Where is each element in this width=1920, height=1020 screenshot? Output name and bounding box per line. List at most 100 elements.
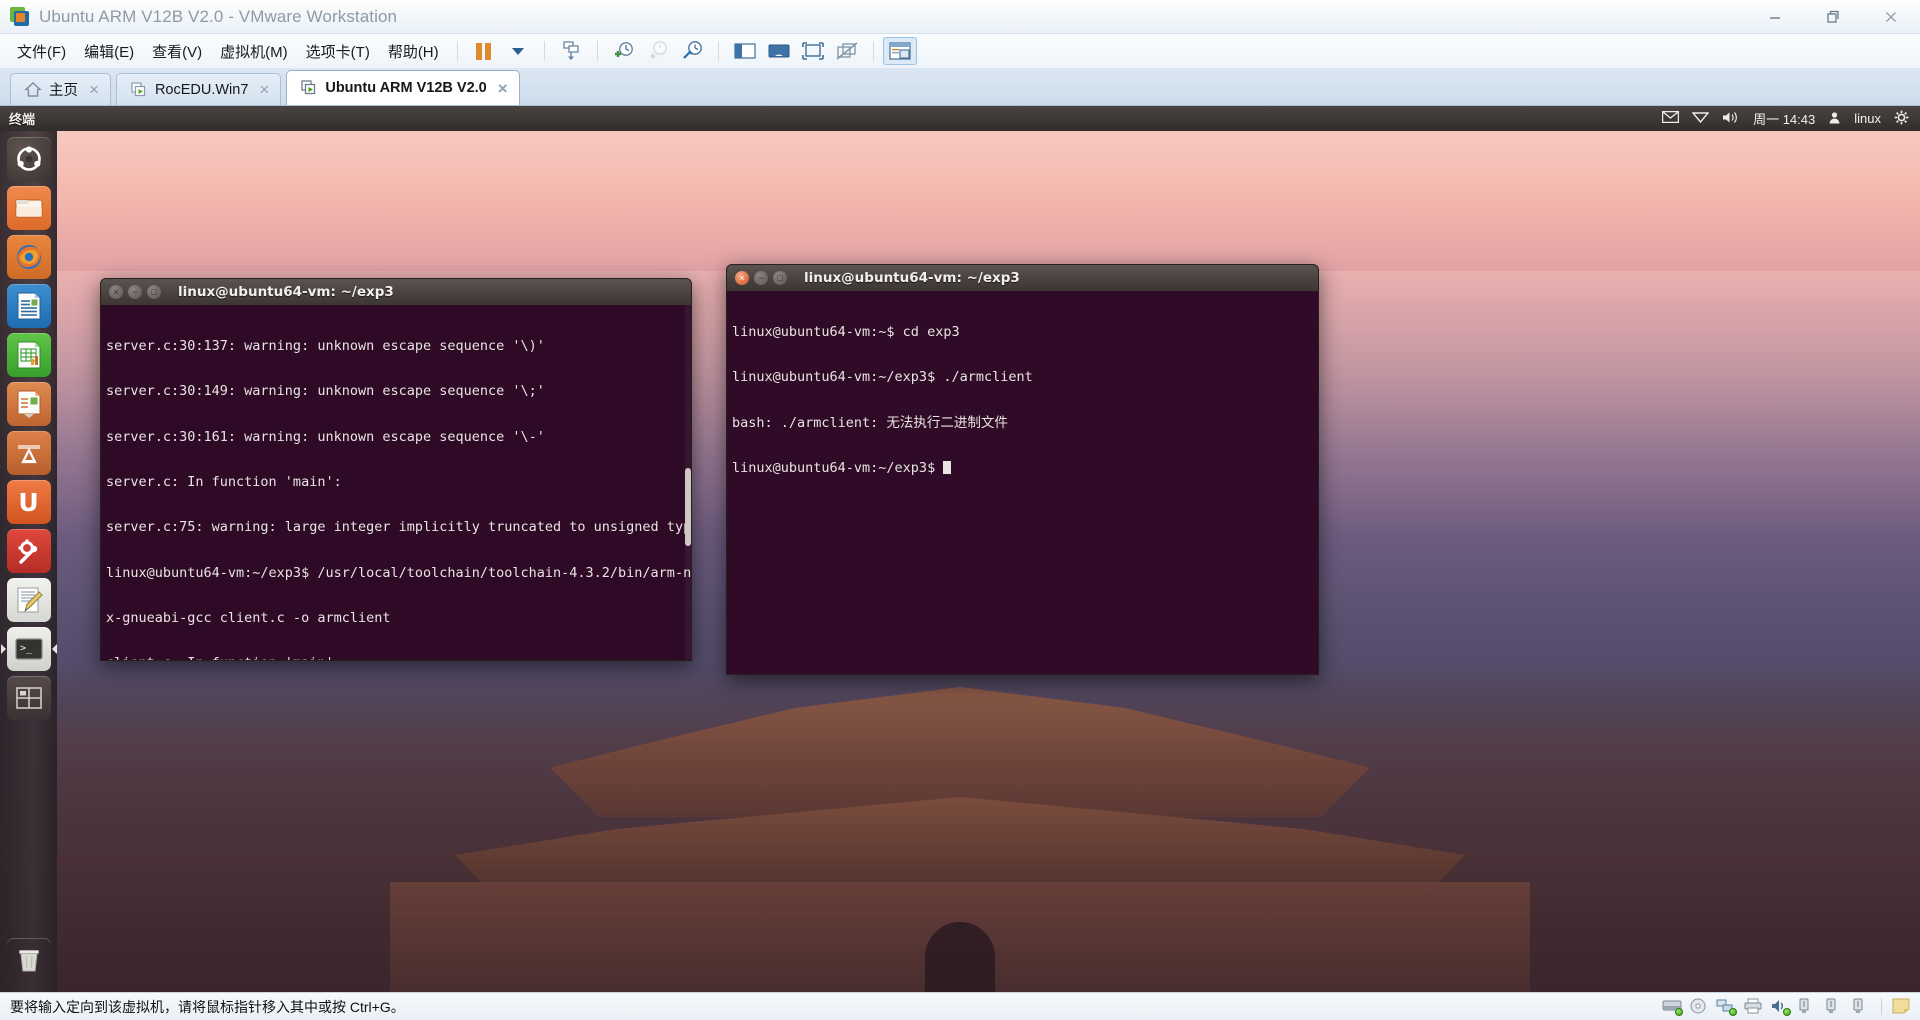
status-usb1-icon[interactable]: [1797, 998, 1817, 1015]
terminal-left-maximize-icon[interactable]: □: [147, 285, 161, 299]
tab-home[interactable]: 主页 ×: [10, 73, 111, 105]
manage-snapshot-button[interactable]: [554, 37, 588, 65]
vm-icon: [130, 81, 148, 99]
terminal-right-maximize-icon[interactable]: □: [773, 271, 787, 285]
snapshot-revert-icon: [649, 41, 667, 60]
launcher-workspace-switcher[interactable]: [6, 676, 51, 720]
tab-rocedu-label: RocEDU.Win7: [154, 81, 249, 98]
menu-help[interactable]: 帮助(H): [379, 37, 448, 66]
enter-fullscreen-button[interactable]: [796, 37, 830, 65]
menu-vm[interactable]: 虚拟机(M): [211, 37, 297, 66]
close-icon[interactable]: [1862, 0, 1920, 34]
status-notes-icon[interactable]: [1892, 998, 1912, 1015]
console-view-icon: [768, 44, 790, 58]
snapshot-manager-button[interactable]: [675, 37, 709, 65]
volume-icon[interactable]: [1722, 111, 1740, 127]
terminal-left-line: server.c:30:161: warning: unknown escape…: [106, 428, 545, 445]
tab-rocedu-close-icon[interactable]: ×: [259, 81, 269, 98]
statusbar-hint: 要将输入定向到该虚拟机，请将鼠标指针移入其中或按 Ctrl+G。: [10, 998, 405, 1015]
launcher-dash[interactable]: [6, 137, 51, 181]
terminal-left-line: client.c: In function 'main':: [106, 656, 689, 660]
tab-ubuntu-close-icon[interactable]: ×: [498, 80, 508, 97]
snapshot-manager-icon: [563, 41, 579, 60]
terminal-left-line: linux@ubuntu64-vm:~/exp3$ /usr/local/too…: [106, 564, 692, 581]
status-harddisk-icon[interactable]: [1662, 998, 1683, 1016]
ubuntu-logo-icon: [16, 146, 41, 171]
revert-snapshot-button[interactable]: [641, 37, 675, 65]
launcher-running-pip-left: [0, 644, 6, 654]
tab-ubuntu-arm[interactable]: Ubuntu ARM V12B V2.0 ×: [286, 70, 520, 105]
workspace-icon: [15, 687, 42, 709]
terminal-right-body[interactable]: linux@ubuntu64-vm:~$ cd exp3 linux@ubunt…: [726, 291, 1319, 675]
preferences-button[interactable]: [882, 37, 917, 65]
terminal-window-right[interactable]: × − □ linux@ubuntu64-vm: ~/exp3 linux@ub…: [726, 264, 1319, 675]
user-icon: [1828, 111, 1841, 127]
terminal-right-titlebar[interactable]: × − □ linux@ubuntu64-vm: ~/exp3: [726, 264, 1319, 291]
launcher-text-editor[interactable]: [6, 578, 51, 622]
panel-clock[interactable]: 周一 14:43: [1753, 109, 1815, 128]
terminal-left-line: server.c:75: warning: large integer impl…: [106, 519, 692, 536]
launcher-firefox[interactable]: [6, 235, 51, 279]
home-icon: [24, 81, 42, 99]
tab-home-close-icon[interactable]: ×: [89, 81, 99, 98]
window-controls: [1746, 0, 1920, 34]
terminal-left-close-icon[interactable]: ×: [109, 285, 123, 299]
power-dropdown[interactable]: [501, 37, 535, 65]
show-library-button[interactable]: [728, 37, 762, 65]
terminal-right-prompt: linux@ubuntu64-vm:~/exp3$: [732, 460, 944, 477]
restore-icon[interactable]: [1804, 0, 1862, 34]
status-usb2-icon[interactable]: [1824, 998, 1844, 1015]
minimize-icon[interactable]: [1746, 0, 1804, 34]
launcher-calc[interactable]: [6, 333, 51, 377]
status-network-icon[interactable]: [1716, 998, 1737, 1016]
status-sound-icon[interactable]: [1770, 998, 1791, 1016]
status-cddvd-icon[interactable]: [1689, 998, 1709, 1015]
menu-view[interactable]: 查看(V): [143, 37, 211, 66]
firefox-icon: [16, 245, 41, 269]
folder-icon: [15, 199, 42, 218]
launcher-trash[interactable]: [7, 938, 51, 982]
unity-mode-button[interactable]: [830, 37, 864, 65]
envelope-icon[interactable]: [1662, 110, 1680, 126]
terminal-left-minimize-icon[interactable]: −: [128, 285, 142, 299]
status-usb3-icon[interactable]: [1851, 998, 1871, 1015]
statusbar-separator: [1881, 998, 1882, 1015]
terminal-right-line: bash: ./armclient: 无法执行二进制文件: [732, 414, 1008, 431]
launcher-impress[interactable]: [6, 382, 51, 426]
toolbar-separator-2: [543, 41, 545, 61]
terminal-left-scrollbar-thumb[interactable]: [685, 468, 691, 547]
gear-wrench-icon: [18, 539, 37, 564]
menu-tabs[interactable]: 选项卡(T): [297, 37, 379, 66]
pencil-document-icon: [17, 587, 43, 613]
terminal-left-scrollbar[interactable]: [685, 305, 691, 660]
statusbar-device-tray: [1662, 998, 1912, 1016]
svg-text:>_: >_: [20, 643, 33, 654]
menu-file[interactable]: 文件(F): [8, 37, 75, 66]
show-console-view-button[interactable]: [762, 37, 796, 65]
launcher-software-center[interactable]: U: [6, 480, 51, 524]
toolbar-separator: [456, 41, 458, 61]
gear-icon[interactable]: [1894, 110, 1909, 128]
launcher-system-settings[interactable]: [6, 529, 51, 573]
menu-edit[interactable]: 编辑(E): [75, 37, 143, 66]
terminal-right-minimize-icon[interactable]: −: [754, 271, 768, 285]
launcher-focused-pip-right: [51, 644, 57, 654]
wallpaper-gate: [925, 922, 995, 992]
launcher-terminal[interactable]: >_: [0, 627, 57, 671]
status-printer-icon[interactable]: [1743, 998, 1763, 1015]
suspend-button[interactable]: [467, 37, 501, 65]
terminal-left-titlebar[interactable]: × − □ linux@ubuntu64-vm: ~/exp3: [100, 278, 692, 305]
take-snapshot-button[interactable]: [607, 37, 641, 65]
terminal-left-body[interactable]: server.c:30:137: warning: unknown escape…: [100, 305, 692, 661]
window-title: Ubuntu ARM V12B V2.0 - VMware Workstatio…: [39, 6, 398, 26]
launcher-draw[interactable]: [6, 431, 51, 475]
tab-rocedu-win7[interactable]: RocEDU.Win7 ×: [115, 73, 282, 105]
launcher-files[interactable]: [6, 186, 51, 230]
chevron-down-icon: [511, 47, 524, 55]
launcher-writer[interactable]: [6, 284, 51, 328]
wifi-icon[interactable]: [1691, 111, 1710, 126]
terminal-right-close-icon[interactable]: ×: [735, 271, 749, 285]
panel-app-name[interactable]: 终端: [9, 109, 35, 128]
panel-username[interactable]: linux: [1854, 111, 1881, 126]
terminal-window-left[interactable]: × − □ linux@ubuntu64-vm: ~/exp3 server.c…: [100, 278, 692, 661]
